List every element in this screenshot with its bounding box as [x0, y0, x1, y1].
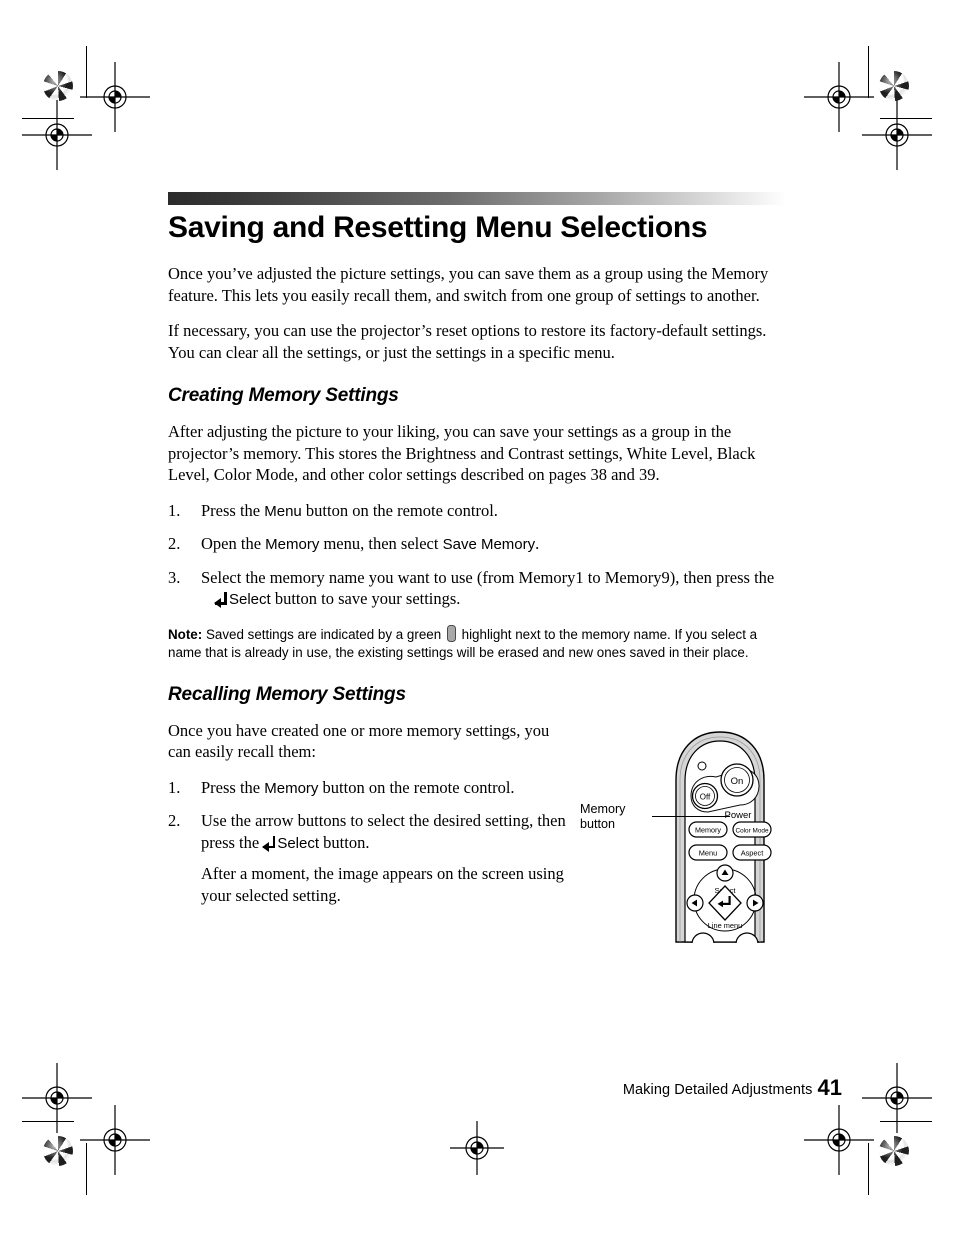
recalling-intro-paragraph: Once you have created one or more memory… — [168, 720, 550, 762]
note-block: Note: Saved settings are indicated by a … — [168, 624, 778, 662]
step-text-post: button on the remote control. — [301, 500, 498, 520]
power-off-label: Off — [700, 792, 711, 801]
color-mode-button-label: Color Mode — [735, 827, 768, 834]
step-number: 2. — [168, 534, 181, 553]
line-menu-label: Line menu — [708, 921, 743, 930]
intro-paragraph-2: If necessary, you can use the projector’… — [168, 321, 767, 362]
list-item: 1. Press the Memory button on the remote … — [168, 777, 568, 800]
step-text-pre: Open the — [201, 534, 266, 553]
list-item: 2. Open the Memory menu, then select Save… — [168, 533, 788, 556]
memory-button-label: Memory — [695, 825, 721, 834]
callout-line-2: button — [580, 816, 616, 831]
enter-select-icon — [262, 835, 276, 852]
memory-button-callout-label: Memory button — [580, 802, 656, 832]
document-page: Saving and Resetting Menu Selections Onc… — [0, 0, 954, 1235]
list-item: 3. Select the memory name you want to use… — [168, 567, 788, 611]
indicator-lamp-icon — [697, 761, 707, 770]
callout-leader-line — [652, 815, 730, 817]
footer-chapter-title: Making Detailed Adjustments — [622, 1082, 813, 1098]
intro-paragraph-1: Once you’ve adjusted the picture setting… — [168, 264, 769, 305]
step-text-post-2: . — [535, 534, 540, 553]
step-key-name: Menu — [264, 502, 302, 520]
power-on-label: On — [731, 776, 744, 787]
creating-steps-list: 1. Press the Menu button on the remote co… — [168, 500, 788, 611]
step-key-name: Memory — [264, 779, 319, 797]
note-text-before-pill: Saved settings are indicated by a green — [202, 626, 445, 642]
step-text-pre: Press the — [201, 500, 265, 520]
section-heading-recalling-memory-settings: Recalling Memory Settings — [168, 683, 406, 705]
step-number: 2. — [168, 811, 181, 830]
recalling-section: Recalling Memory Settings Once you have … — [168, 683, 788, 943]
step-number: 3. — [168, 567, 181, 587]
step-key-name-2: Select — [229, 591, 271, 608]
step-text-pre: Select the memory name you want to use (… — [201, 567, 775, 587]
creating-intro-paragraph: After adjusting the picture to your liki… — [168, 422, 756, 484]
title-gradient-rule — [168, 192, 786, 205]
step-number: 1. — [168, 777, 181, 797]
note-label: Note: — [168, 626, 203, 642]
remote-control-svg: On Off Power Memory Color Mode Menu Aspe… — [675, 730, 772, 943]
list-item: 2. Use the arrow buttons to select the de… — [168, 810, 568, 906]
recalling-steps-list: 1. Press the Memory button on the remote … — [168, 777, 568, 907]
page-title: Saving and Resetting Menu Selections — [168, 211, 708, 244]
step-key-name-2: Select — [277, 834, 320, 852]
step-key-name-2: Save Memory — [442, 536, 536, 553]
step-text-post: menu, then select — [319, 534, 443, 553]
page-footer: Making Detailed Adjustments 41 — [168, 1075, 842, 1101]
step-number: 1. — [168, 500, 181, 520]
step-text-pre: Use the arrow buttons to select the desi… — [201, 811, 566, 852]
footer-page-number: 41 — [817, 1075, 842, 1100]
green-highlight-indicator-icon — [446, 624, 456, 642]
enter-select-icon — [214, 592, 228, 608]
callout-line-1: Memory — [580, 801, 626, 816]
section-heading-creating-memory-settings: Creating Memory Settings — [168, 385, 399, 406]
list-item: 1. Press the Menu button on the remote co… — [168, 500, 788, 523]
recalling-text-column: Once you have created one or more memory… — [168, 720, 568, 907]
menu-button-label: Menu — [699, 848, 718, 857]
step-continuation-text: After a moment, the image appears on the… — [201, 864, 564, 905]
aspect-button-label: Aspect — [741, 848, 764, 857]
page-content: Saving and Resetting Menu Selections Onc… — [168, 192, 788, 943]
step-text-pre: Press the — [201, 777, 265, 797]
remote-control-illustration: Memory button On Off Power Memory Color … — [580, 728, 788, 943]
step-key-name: Memory — [265, 536, 320, 553]
step-text-post: button on the remote control. — [318, 777, 515, 797]
step-text-post-2: button to save your settings. — [270, 589, 461, 608]
step-text-post-2: button. — [319, 832, 370, 852]
